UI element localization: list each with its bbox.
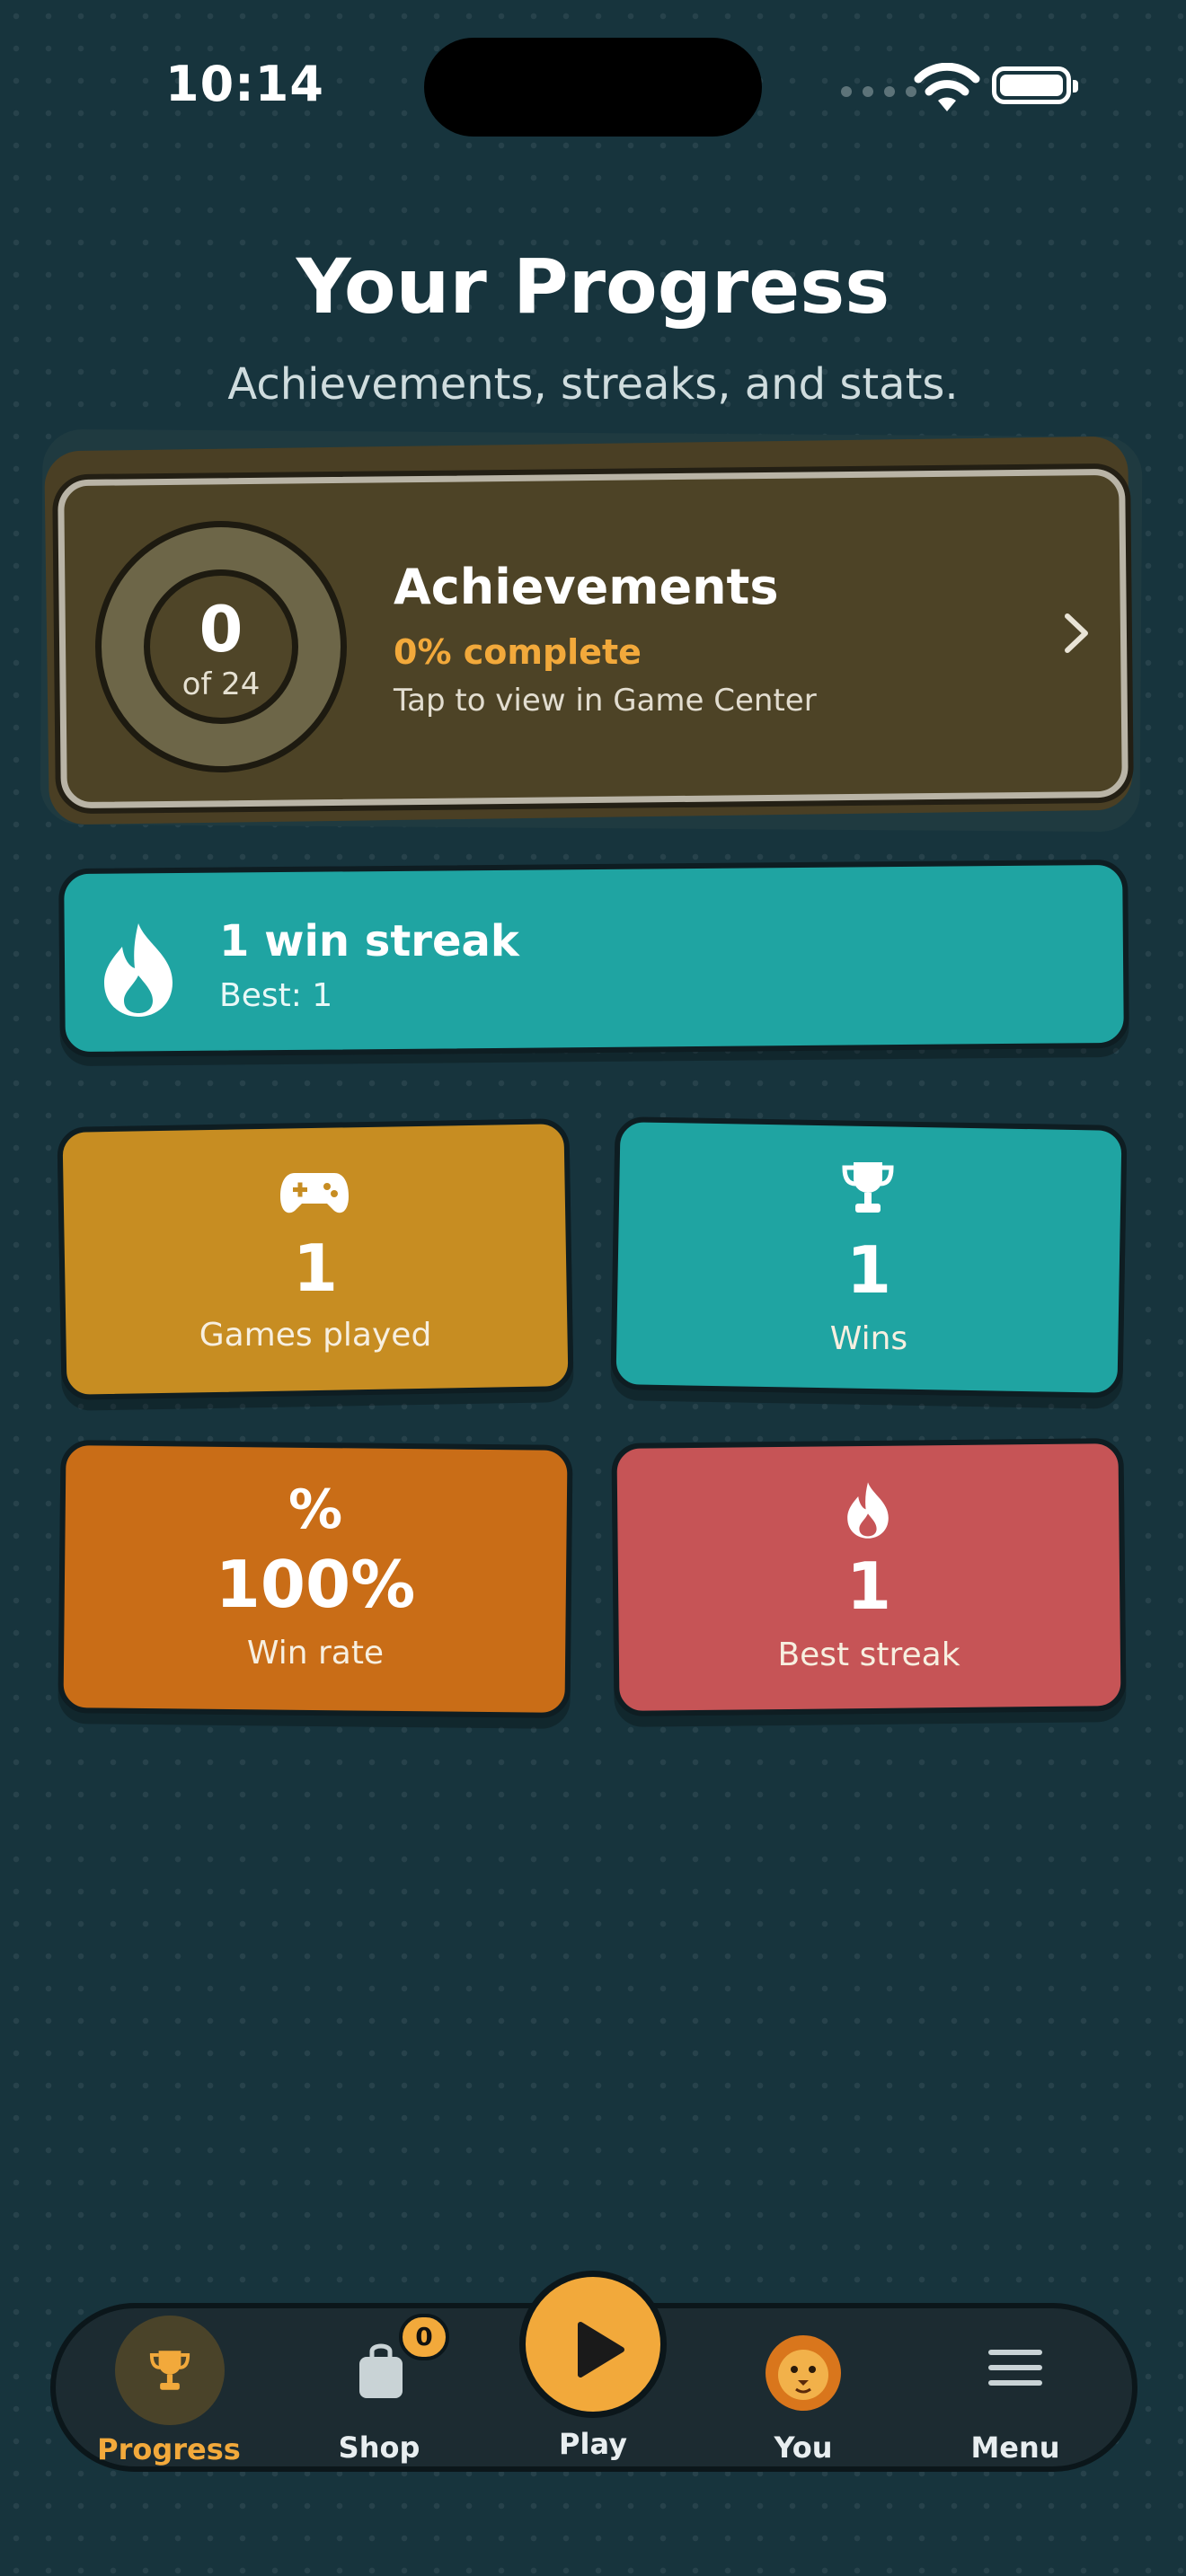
stat-label-best-streak: Best streak (777, 1636, 960, 1673)
tab-progress[interactable]: Progress (79, 2432, 259, 2466)
achievements-title: Achievements (394, 559, 779, 615)
page-subtitle: Achievements, streaks, and stats. (227, 359, 959, 410)
tab-you[interactable]: You (713, 2430, 893, 2465)
chevron-right-icon[interactable] (1060, 611, 1093, 656)
cellular-signal-icon (841, 86, 916, 97)
streak-best: Best: 1 (219, 977, 333, 1014)
stat-value-win-rate: 100% (215, 1547, 416, 1622)
achievements-hint: Tap to view in Game Center (394, 683, 817, 719)
tab-shop[interactable]: Shop (289, 2430, 469, 2465)
gamepad-icon (280, 1173, 349, 1213)
page-title: Your Progress (296, 243, 890, 331)
wifi-icon (914, 63, 980, 111)
stat-label-wins: Wins (829, 1320, 908, 1357)
tab-play[interactable]: Play (503, 2427, 683, 2461)
flame-icon (847, 1482, 889, 1539)
achievements-percent: 0% complete (394, 632, 642, 672)
stat-label-games-played: Games played (199, 1317, 432, 1354)
shop-badge: 0 (399, 2314, 449, 2360)
trophy-icon[interactable] (142, 2339, 198, 2402)
menu-icon[interactable] (988, 2348, 1042, 2387)
lion-avatar-icon[interactable] (760, 2332, 846, 2413)
stat-value-wins: 1 (845, 1232, 892, 1308)
achievements-total: of 24 (181, 666, 261, 702)
dynamic-island (424, 38, 762, 137)
tab-menu[interactable]: Menu (925, 2430, 1105, 2465)
stat-value-games-played: 1 (292, 1231, 339, 1306)
flame-icon (104, 923, 173, 1017)
stat-label-win-rate: Win rate (246, 1635, 385, 1672)
achievements-count: 0 (199, 593, 243, 666)
trophy-icon (842, 1162, 894, 1213)
streak-title: 1 win streak (219, 916, 519, 966)
stat-value-best-streak: 1 (845, 1548, 892, 1624)
status-time: 10:14 (165, 56, 324, 112)
battery-icon (992, 66, 1078, 104)
percent-icon: % (288, 1478, 343, 1541)
play-icon[interactable] (566, 2317, 631, 2382)
shopping-bag-icon[interactable] (354, 2339, 408, 2402)
